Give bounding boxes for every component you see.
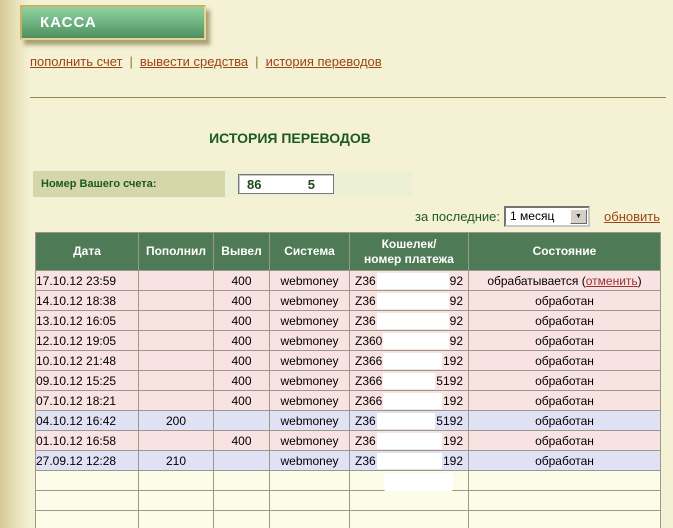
wallet-number: Z3692 (350, 273, 468, 289)
account-number-cell: 86 5 (225, 171, 412, 197)
wallet-number: Z3665192 (350, 373, 468, 389)
empty-table-row (36, 511, 661, 528)
page-title: КАССА (40, 14, 97, 31)
dropdown-arrow-icon[interactable]: ▼ (570, 209, 587, 224)
table-row: 12.10.12 19:05 400 webmoney Z36092 обраб… (36, 331, 661, 351)
status-cell: обработан (469, 291, 661, 311)
status-cell: обработан (469, 451, 661, 471)
period-filter-label: за последние: (415, 209, 500, 224)
table-row: 17.10.12 23:59 400 webmoney Z3692 обраба… (36, 271, 661, 291)
table-header-row: Дата Пополнил Вывел Система Кошелек/ ном… (36, 233, 661, 271)
table-row: 10.10.12 21:48 400 webmoney Z366192 обра… (36, 351, 661, 371)
table-row: 04.10.12 16:42 200 webmoney Z365192 обра… (36, 411, 661, 431)
status-cell: обработан (469, 391, 661, 411)
status-cell: обработан (469, 411, 661, 431)
wallet-number: Z366192 (350, 353, 468, 369)
section-title: ИСТОРИЯ ПЕРЕВОДОВ (30, 130, 550, 146)
account-number-row: Номер Вашего счета: 86 5 (33, 171, 412, 197)
wallet-number: Z3692 (350, 313, 468, 329)
redaction-blob (377, 293, 449, 309)
empty-table-row (36, 491, 661, 511)
col-header-status: Состояние (469, 233, 661, 271)
kassa-header-banner: КАССА (20, 5, 206, 40)
redaction-blob (383, 373, 435, 389)
period-select-value: 1 месяц (506, 209, 570, 223)
wallet-number: Z365192 (350, 413, 468, 429)
status-cell: обработан (469, 311, 661, 331)
horizontal-divider (30, 97, 666, 98)
account-number-suffix: 5 (308, 177, 315, 192)
table-row: 13.10.12 16:05 400 webmoney Z3692 обрабо… (36, 311, 661, 331)
redaction-blob (383, 333, 448, 349)
col-header-system: Система (270, 233, 350, 271)
period-filter-row: за последние: 1 месяц ▼ обновить (415, 205, 660, 227)
transfers-table: Дата Пополнил Вывел Система Кошелек/ ном… (35, 232, 661, 528)
status-cell: обрабатывается (отменить) (469, 271, 661, 291)
left-gradient-strip (0, 0, 30, 528)
nav-separator: | (130, 54, 133, 69)
redaction-blob (384, 473, 453, 491)
col-header-withdraw: Вывел (214, 233, 270, 271)
redaction-blob (383, 393, 442, 409)
status-cell: обработан (469, 371, 661, 391)
table-row: 01.10.12 16:58 400 webmoney Z36192 обраб… (36, 431, 661, 451)
account-number-prefix: 86 (247, 177, 261, 192)
wallet-number: Z36192 (350, 453, 468, 469)
redaction-blob (377, 273, 449, 289)
wallet-number: Z3692 (350, 293, 468, 309)
wallet-number: Z36192 (350, 433, 468, 449)
table-row: 07.10.12 18:21 400 webmoney Z366192 обра… (36, 391, 661, 411)
main-nav: пополнить счет | вывести средства | история … (30, 54, 382, 69)
refresh-link[interactable]: обновить (604, 209, 660, 224)
cancel-transfer-link[interactable]: отменить (586, 274, 638, 288)
period-select[interactable]: 1 месяц ▼ (504, 206, 590, 227)
nav-link-history[interactable]: история переводов (266, 54, 382, 69)
wallet-number: Z36092 (350, 333, 468, 349)
redaction-blob (377, 313, 449, 329)
col-header-date: Дата (36, 233, 139, 271)
nav-separator: | (255, 54, 258, 69)
redaction-blob (383, 353, 442, 369)
nav-link-withdraw[interactable]: вывести средства (140, 54, 248, 69)
account-number-field[interactable]: 86 5 (238, 174, 334, 194)
account-number-label: Номер Вашего счета: (33, 171, 225, 197)
table-row: 27.09.12 12:28 210 webmoney Z36192 обраб… (36, 451, 661, 471)
status-cell: обработан (469, 351, 661, 371)
table-row: 09.10.12 15:25 400 webmoney Z3665192 обр… (36, 371, 661, 391)
wallet-number: Z366192 (350, 393, 468, 409)
redaction-blob (377, 453, 442, 469)
col-header-wallet: Кошелек/ номер платежа (350, 233, 469, 271)
empty-table-row (36, 471, 661, 491)
redaction-blob (377, 433, 442, 449)
table-row: 14.10.12 18:38 400 webmoney Z3692 обрабо… (36, 291, 661, 311)
kassa-page: КАССА пополнить счет | вывести средства | ис… (0, 0, 673, 528)
status-cell: обработан (469, 431, 661, 451)
col-header-deposit: Пополнил (139, 233, 214, 271)
redaction-blob (377, 413, 436, 429)
status-cell: обработан (469, 331, 661, 351)
nav-link-topup[interactable]: пополнить счет (30, 54, 123, 69)
